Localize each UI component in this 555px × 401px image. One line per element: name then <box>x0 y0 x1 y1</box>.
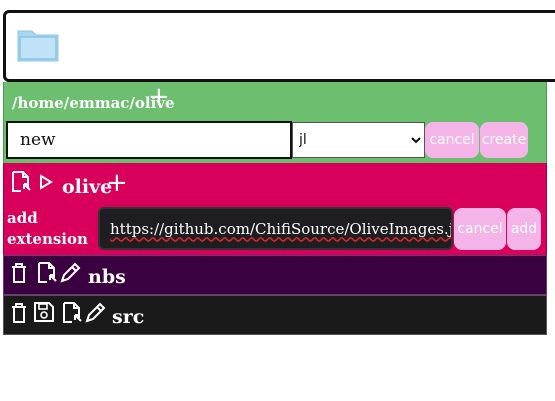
extension-url-value: https://github.com/ChifiSource/OliveImag… <box>110 219 453 238</box>
pencil-icon[interactable] <box>59 262 81 284</box>
save-icon[interactable] <box>34 302 54 322</box>
trash-icon[interactable] <box>11 263 27 283</box>
extension-select[interactable]: jl <box>292 122 425 158</box>
trash-icon[interactable] <box>11 303 27 323</box>
src-directory-title[interactable]: src <box>112 306 144 328</box>
nbs-directory-title[interactable]: nbs <box>88 266 126 288</box>
new-file-icon[interactable] <box>61 302 83 324</box>
new-file-name-input[interactable] <box>6 121 292 159</box>
new-file-plus-icon[interactable]: + <box>148 84 170 110</box>
new-file-icon[interactable] <box>10 171 32 193</box>
add-plus-icon[interactable]: + <box>106 170 128 196</box>
cancel-extension-button[interactable]: cancel <box>454 208 506 250</box>
cancel-button[interactable]: cancel <box>425 122 479 158</box>
olive-directory-title[interactable]: olive <box>62 176 112 198</box>
nbs-directory-row <box>3 255 547 295</box>
extension-url-input[interactable]: https://github.com/ChifiSource/OliveImag… <box>98 207 453 250</box>
top-bar <box>3 10 555 82</box>
add-extension-button[interactable]: add <box>507 208 541 250</box>
pencil-icon[interactable] <box>84 302 106 324</box>
create-button[interactable]: create <box>480 122 528 158</box>
folder-icon[interactable] <box>14 19 64 69</box>
new-file-icon[interactable] <box>36 262 58 284</box>
run-icon[interactable] <box>39 174 53 190</box>
add-extension-label: add extension <box>7 209 88 248</box>
